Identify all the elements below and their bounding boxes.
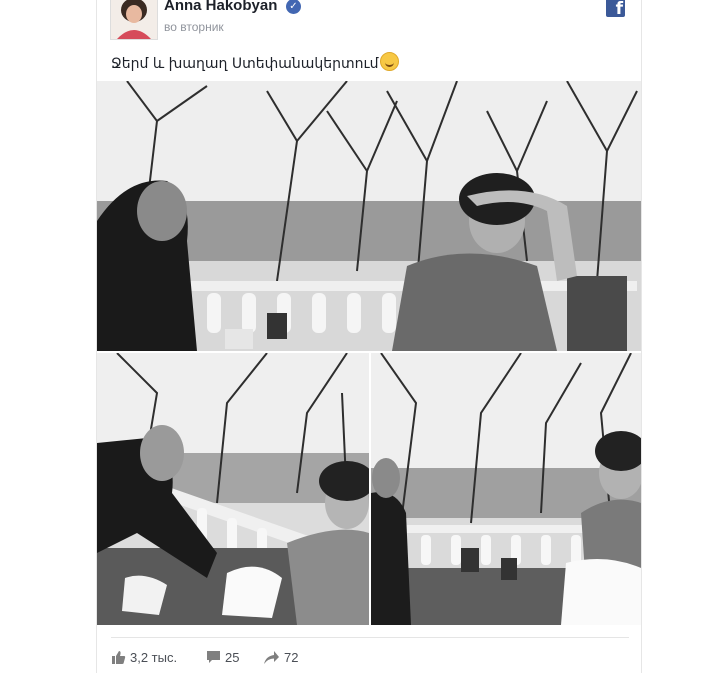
post-timestamp[interactable]: во вторник xyxy=(164,20,224,34)
photo-1[interactable] xyxy=(97,81,641,351)
author-name[interactable]: Anna Hakobyan xyxy=(164,0,277,14)
share-action[interactable]: 72 xyxy=(263,650,298,665)
comment-icon xyxy=(207,651,220,663)
verified-badge-icon: ✓ xyxy=(286,0,301,14)
comment-action[interactable]: 25 xyxy=(206,650,239,665)
actions-divider xyxy=(111,637,629,638)
comment-count: 25 xyxy=(225,650,240,665)
photo-2[interactable] xyxy=(97,353,369,625)
share-count: 72 xyxy=(284,650,299,665)
smiling-face-emoji-icon xyxy=(380,52,400,71)
post-text: Ջերմ և խաղաղ Ստեփանակերտում xyxy=(111,52,400,72)
post-message: Ջերմ և խաղաղ Ստեփանակերտում xyxy=(111,56,379,72)
share-arrow-icon xyxy=(264,651,279,664)
like-count: 3,2 тыс. xyxy=(130,650,178,665)
like-action[interactable]: 3,2 тыс. xyxy=(111,650,177,665)
facebook-post-card: Anna Hakobyan ✓ во вторник f Ջերմ և խաղա… xyxy=(0,0,725,673)
facebook-logo-icon[interactable]: f xyxy=(606,0,625,19)
photo-3[interactable] xyxy=(371,353,641,625)
thumbs-up-icon xyxy=(112,651,126,664)
avatar[interactable] xyxy=(110,0,158,40)
